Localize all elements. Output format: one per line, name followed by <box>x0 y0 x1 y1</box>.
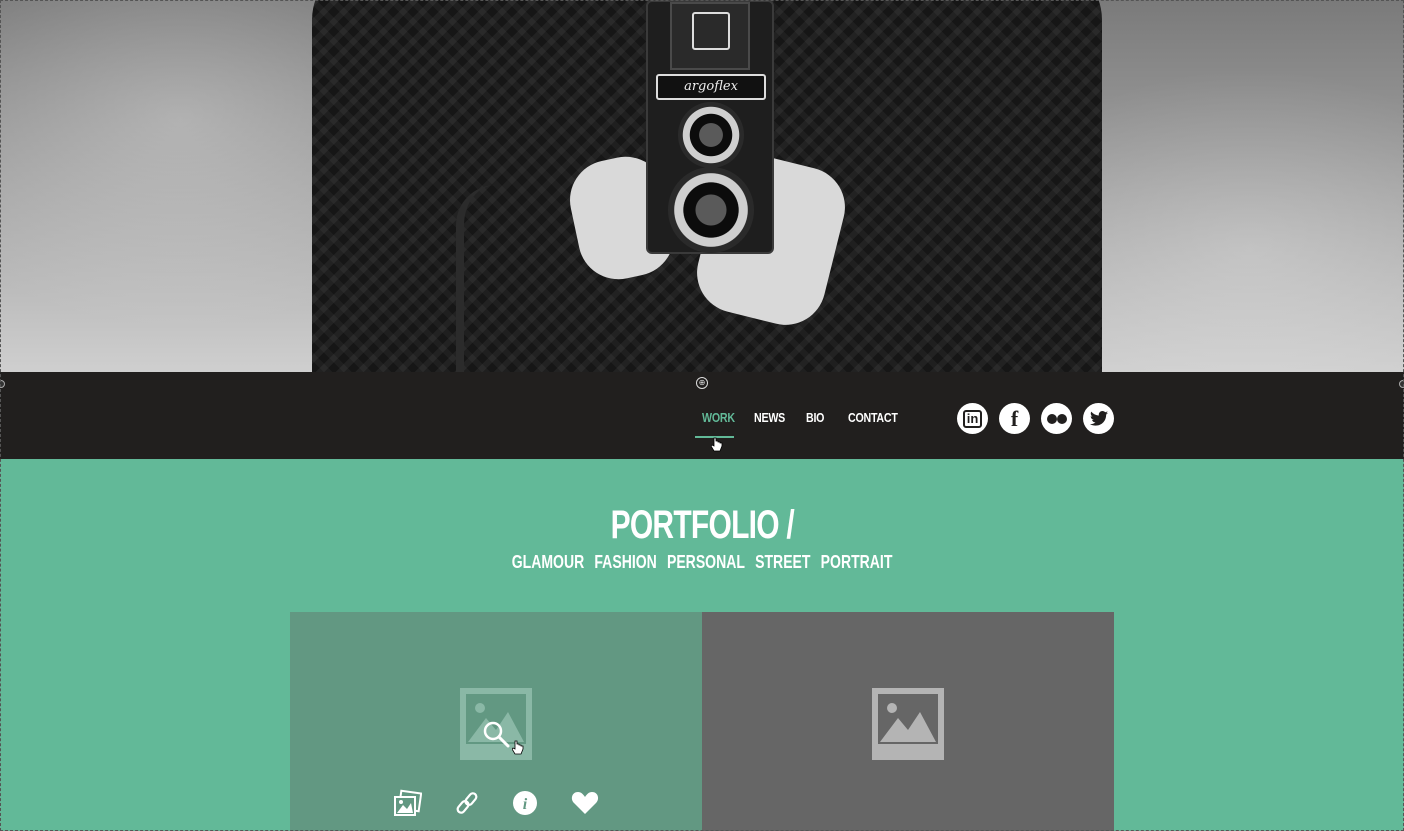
linkedin-glyph: in <box>962 409 983 428</box>
hero-camera: argoflex <box>646 0 774 254</box>
camera-nameplate: argoflex <box>656 74 766 100</box>
facebook-icon[interactable]: f <box>999 403 1030 434</box>
portfolio-title-text: PORTFOLIO / <box>610 503 794 547</box>
linkedin-icon[interactable]: in <box>957 403 988 434</box>
twitter-bird <box>1089 411 1108 426</box>
twitter-icon[interactable] <box>1083 403 1114 434</box>
camera-viewfinder-lens <box>678 102 744 168</box>
flickr-dots <box>1046 413 1067 424</box>
tile-action-bar: i <box>390 788 610 818</box>
nav-item-work[interactable]: WORK <box>702 410 735 425</box>
heart-icon[interactable] <box>570 788 600 818</box>
flickr-icon[interactable] <box>1041 403 1072 434</box>
svg-text:i: i <box>523 796 528 813</box>
portfolio-title: PORTFOLIO / <box>0 503 1404 548</box>
filter-street[interactable]: STREET <box>755 552 810 572</box>
filter-personal[interactable]: PERSONAL <box>667 552 745 572</box>
hand-cursor-icon <box>512 740 524 755</box>
camera-strap <box>456 185 510 372</box>
hero-image: argoflex <box>0 0 1404 372</box>
link-icon[interactable] <box>452 788 482 818</box>
nav-item-bio[interactable]: BIO <box>806 410 824 425</box>
info-icon[interactable]: i <box>510 788 540 818</box>
filter-portrait[interactable]: PORTRAIT <box>821 552 893 572</box>
portfolio-filters: GLAMOUR FASHION PERSONAL STREET PORTRAIT <box>0 552 1404 573</box>
nav-item-contact[interactable]: CONTACT <box>848 410 898 425</box>
move-handle-icon[interactable]: ⊕ <box>696 377 708 389</box>
filter-fashion[interactable]: FASHION <box>594 552 656 572</box>
gallery-icon[interactable] <box>392 788 422 818</box>
facebook-glyph: f <box>1010 405 1019 431</box>
zoom-magnifier-icon[interactable] <box>482 720 510 748</box>
camera-top <box>670 2 750 70</box>
hand-cursor-icon <box>711 437 723 452</box>
image-placeholder-icon <box>872 688 944 760</box>
camera-badge <box>692 12 730 50</box>
camera-taking-lens <box>668 167 754 253</box>
filter-glamour[interactable]: GLAMOUR <box>512 552 585 572</box>
portfolio-tile-2[interactable] <box>702 612 1114 831</box>
right-resize-handle[interactable] <box>1399 380 1404 388</box>
nav-item-news[interactable]: NEWS <box>754 410 785 425</box>
portfolio-tile-1[interactable]: i <box>290 612 702 831</box>
